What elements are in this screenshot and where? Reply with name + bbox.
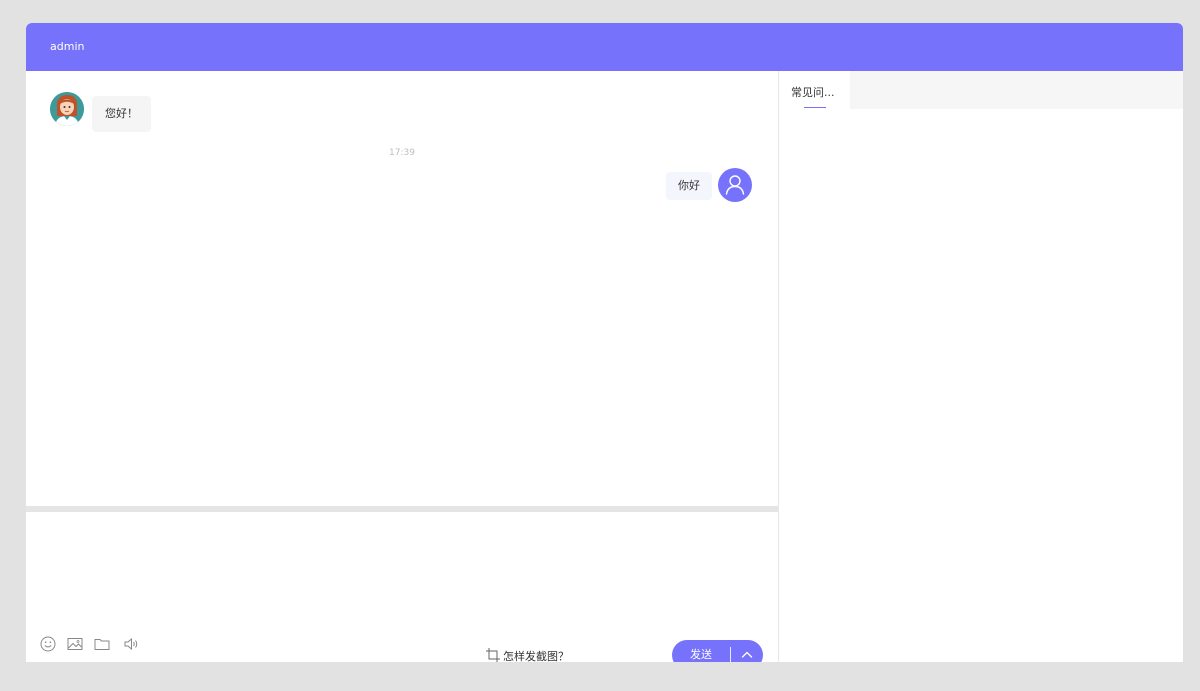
header-title: admin xyxy=(50,40,85,53)
side-tab-bar: 常见问... xyxy=(779,71,1183,109)
agent-avatar xyxy=(50,92,84,126)
chevron-up-icon xyxy=(741,651,753,658)
agent-message-bubble: 您好！ xyxy=(92,96,151,132)
send-button[interactable]: 发送 xyxy=(672,640,730,662)
side-panel: 常见问... xyxy=(778,71,1183,662)
crop-icon xyxy=(486,648,500,662)
screenshot-help-label: 怎样发截图？ xyxy=(503,650,569,662)
send-button-group: 发送 xyxy=(672,640,763,662)
folder-icon[interactable] xyxy=(93,635,111,653)
user-avatar xyxy=(718,168,752,202)
speaker-icon[interactable] xyxy=(122,635,140,653)
smiley-icon[interactable] xyxy=(39,635,57,653)
message-list[interactable]: 您好！ 17:39 你好 xyxy=(26,71,778,506)
active-tab-indicator xyxy=(804,107,826,108)
compose-area[interactable]: 怎样发截图？ 发送 xyxy=(26,512,778,662)
image-icon[interactable] xyxy=(66,635,84,653)
message-timestamp: 17:39 xyxy=(389,148,415,158)
tab-faq-label: 常见问... xyxy=(791,86,835,99)
chat-window: admin 您好！ 17:39 你好 怎样发截图？ 发送 常见问... xyxy=(26,23,1183,662)
send-divider xyxy=(730,647,731,662)
user-icon xyxy=(725,175,745,195)
tab-faq[interactable]: 常见问... xyxy=(779,71,850,109)
header-bar: admin xyxy=(26,23,1183,71)
send-options-button[interactable] xyxy=(732,640,762,662)
user-message-bubble: 你好 xyxy=(666,172,712,200)
